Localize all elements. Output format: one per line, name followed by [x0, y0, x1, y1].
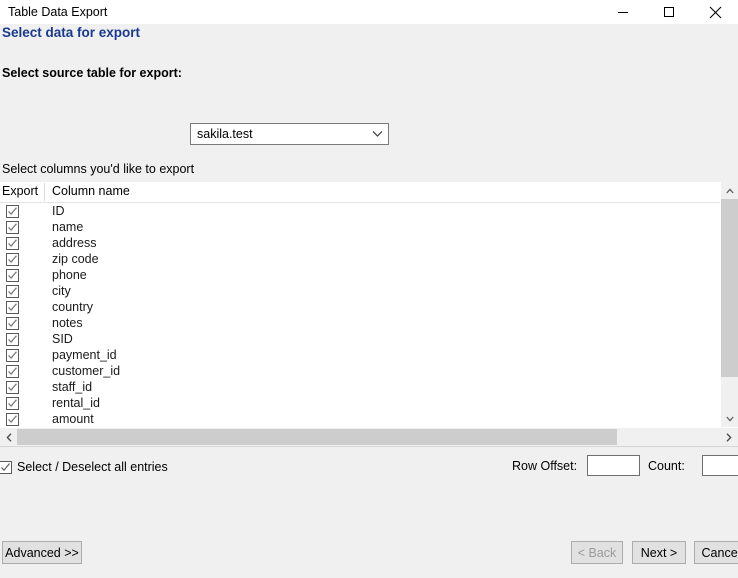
- back-button[interactable]: < Back: [571, 541, 623, 564]
- chevron-down-icon: [366, 130, 388, 138]
- next-button[interactable]: Next >: [632, 541, 686, 564]
- scroll-left-arrow-icon[interactable]: [0, 428, 17, 446]
- export-checkbox[interactable]: [6, 284, 19, 298]
- window-titlebar: Table Data Export: [0, 0, 738, 24]
- cancel-button[interactable]: Cancel: [694, 541, 738, 564]
- export-checkbox[interactable]: [6, 316, 19, 330]
- vertical-scroll-track[interactable]: [721, 199, 738, 410]
- horizontal-scroll-thumb[interactable]: [17, 429, 617, 445]
- grid-header-column-name: Column name: [52, 184, 130, 198]
- export-checkbox[interactable]: [6, 220, 19, 234]
- scroll-down-arrow-icon[interactable]: [721, 410, 738, 427]
- grid-header-row: Export Column name: [0, 182, 738, 203]
- page-title: Select data for export: [2, 25, 141, 40]
- source-table-label: Select source table for export:: [2, 66, 182, 80]
- row-offset-field[interactable]: [588, 456, 639, 475]
- grid-horizontal-scrollbar[interactable]: [0, 428, 738, 446]
- scroll-right-arrow-icon[interactable]: [720, 428, 737, 446]
- horizontal-scroll-track[interactable]: [17, 428, 720, 446]
- grid-vertical-scrollbar[interactable]: [720, 182, 738, 427]
- export-checkbox[interactable]: [6, 300, 19, 314]
- grid-rows-container: ID name address zip code phone city country not…: [0, 203, 720, 427]
- table-row[interactable]: ID: [0, 203, 720, 219]
- column-name-label: country: [52, 300, 93, 314]
- window-title: Table Data Export: [8, 5, 108, 19]
- source-table-select[interactable]: sakila.test: [190, 123, 389, 145]
- export-checkbox[interactable]: [6, 380, 19, 394]
- count-label: Count:: [648, 459, 685, 473]
- column-name-label: amount: [52, 412, 94, 426]
- count-input[interactable]: [702, 455, 738, 476]
- table-row[interactable]: customer_id: [0, 363, 720, 379]
- table-row[interactable]: staff_id: [0, 379, 720, 395]
- grid-header-export: Export: [2, 184, 39, 198]
- export-checkbox[interactable]: [6, 412, 19, 426]
- select-columns-hint: Select columns you'd like to export: [2, 162, 195, 176]
- minimize-icon: [617, 6, 629, 18]
- column-name-label: payment_id: [52, 348, 117, 362]
- table-row[interactable]: address: [0, 235, 720, 251]
- table-row[interactable]: amount: [0, 411, 720, 427]
- maximize-icon: [663, 6, 675, 18]
- export-checkbox[interactable]: [6, 236, 19, 250]
- column-name-label: name: [52, 220, 84, 234]
- minimize-button[interactable]: [600, 0, 646, 24]
- table-row[interactable]: notes: [0, 315, 720, 331]
- column-name-label: zip code: [52, 252, 99, 266]
- table-row[interactable]: payment_id: [0, 347, 720, 363]
- maximize-button[interactable]: [646, 0, 692, 24]
- table-row[interactable]: name: [0, 219, 720, 235]
- export-checkbox[interactable]: [6, 332, 19, 346]
- columns-grid: Export Column name ID name address zip code…: [0, 182, 738, 447]
- export-checkbox[interactable]: [6, 364, 19, 378]
- export-checkbox[interactable]: [6, 204, 19, 218]
- column-name-label: notes: [52, 316, 83, 330]
- column-name-label: SID: [52, 332, 73, 346]
- row-offset-label: Row Offset:: [512, 459, 578, 473]
- table-row[interactable]: city: [0, 283, 720, 299]
- column-name-label: address: [52, 236, 97, 250]
- column-name-label: rental_id: [52, 396, 100, 410]
- grid-bottom-divider: [0, 446, 738, 447]
- source-table-value: sakila.test: [197, 127, 253, 141]
- export-checkbox[interactable]: [6, 396, 19, 410]
- column-name-label: customer_id: [52, 364, 121, 378]
- table-row[interactable]: phone: [0, 267, 720, 283]
- export-checkbox[interactable]: [6, 348, 19, 362]
- close-button[interactable]: [692, 0, 738, 24]
- export-checkbox[interactable]: [6, 268, 19, 282]
- close-icon: [709, 6, 722, 19]
- scroll-up-arrow-icon[interactable]: [721, 182, 738, 199]
- header-separator: [44, 183, 45, 201]
- count-field[interactable]: [703, 456, 738, 475]
- column-name-label: ID: [52, 204, 65, 218]
- column-name-label: phone: [52, 268, 87, 282]
- column-name-label: city: [52, 284, 71, 298]
- row-offset-input[interactable]: [587, 455, 640, 476]
- export-checkbox[interactable]: [6, 252, 19, 266]
- dialog-button-bar: [0, 534, 738, 578]
- table-row[interactable]: zip code: [0, 251, 720, 267]
- select-all-label: Select / Deselect all entries: [17, 460, 168, 474]
- table-row[interactable]: country: [0, 299, 720, 315]
- column-name-label: staff_id: [52, 380, 93, 394]
- table-row[interactable]: SID: [0, 331, 720, 347]
- select-all-entries-checkbox[interactable]: Select / Deselect all entries: [0, 459, 168, 475]
- table-row[interactable]: rental_id: [0, 395, 720, 411]
- vertical-scroll-thumb[interactable]: [721, 199, 738, 377]
- advanced-button[interactable]: Advanced >>: [2, 541, 82, 564]
- select-all-checkbox-box[interactable]: [0, 460, 12, 474]
